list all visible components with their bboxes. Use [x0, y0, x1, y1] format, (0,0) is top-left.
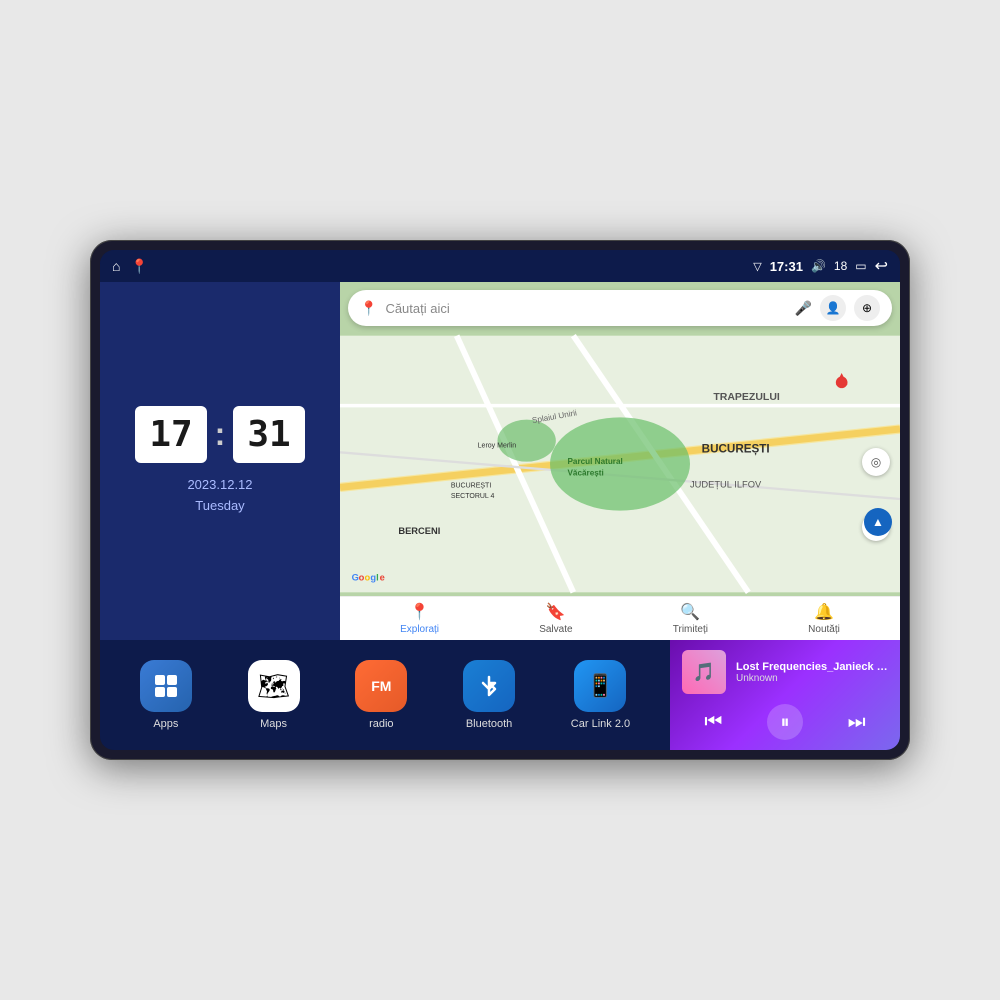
news-icon: 🔔 [814, 602, 834, 622]
bluetooth-svg-icon [476, 673, 502, 699]
prev-button[interactable]: ⏮ [704, 711, 722, 734]
saved-label: Salvate [539, 624, 572, 635]
maps-pin-icon[interactable]: 📍 [130, 258, 147, 275]
layers-icon[interactable]: ⊕ [854, 295, 880, 321]
svg-text:l: l [376, 573, 379, 583]
clock-date: 2023.12.12 Tuesday [187, 475, 252, 517]
map-search-text[interactable]: Căutați aici [385, 301, 786, 316]
music-title: Lost Frequencies_Janieck Devy-... [736, 661, 888, 673]
maps-emoji-icon: 🗺 [257, 671, 290, 702]
svg-text:SECTORUL 4: SECTORUL 4 [451, 493, 495, 500]
status-right: ▽ 17:31 🔊 18 ▭ ↩ [753, 256, 888, 276]
map-pin-icon: 📍 [360, 300, 377, 317]
svg-text:BUCUREȘTI: BUCUREȘTI [702, 442, 770, 455]
map-nav-send[interactable]: 🔍 Trimiteți [673, 602, 708, 635]
clock-colon: : [215, 416, 226, 453]
battery-level: 18 [834, 259, 847, 273]
svg-text:Leroy Merlin: Leroy Merlin [478, 443, 517, 450]
clock-widget: 17 : 31 2023.12.12 Tuesday [100, 282, 340, 640]
music-album-art: 🎵 [682, 650, 726, 694]
signal-icon: ▽ [753, 260, 761, 273]
volume-icon: 🔊 [811, 259, 826, 273]
car-display-device: ⌂ 📍 ▽ 17:31 🔊 18 ▭ ↩ 17 : [90, 240, 910, 760]
map-content: TRAPEZULUI BUCUREȘTI JUDEȚUL ILFOV BERCE… [340, 332, 900, 596]
app-icon-bluetooth[interactable]: Bluetooth [463, 660, 515, 730]
status-time: 17:31 [770, 259, 803, 274]
radio-label: radio [369, 718, 393, 730]
device-screen: ⌂ 📍 ▽ 17:31 🔊 18 ▭ ↩ 17 : [100, 250, 900, 750]
app-icon-carlink[interactable]: 📱 Car Link 2.0 [571, 660, 630, 730]
clock-hours: 17 [135, 406, 206, 463]
location-icon: ◎ [871, 455, 881, 469]
explore-label: Explorați [400, 624, 439, 635]
main-content: 17 : 31 2023.12.12 Tuesday 📍 Căutați aic… [100, 282, 900, 750]
status-bar: ⌂ 📍 ▽ 17:31 🔊 18 ▭ ↩ [100, 250, 900, 282]
map-search-bar[interactable]: 📍 Căutați aici 🎤 👤 ⊕ [348, 290, 892, 326]
fm-text-icon: FM [371, 678, 391, 694]
music-player: 🎵 Lost Frequencies_Janieck Devy-... Unkn… [670, 640, 900, 750]
app-icon-radio[interactable]: FM radio [355, 660, 407, 730]
navigation-button[interactable]: ▲ [864, 508, 892, 536]
music-artist: Unknown [736, 673, 888, 684]
svg-text:JUDEȚUL ILFOV: JUDEȚUL ILFOV [690, 479, 762, 489]
map-widget[interactable]: 📍 Căutați aici 🎤 👤 ⊕ [340, 282, 900, 640]
app-icon-apps[interactable]: Apps [140, 660, 192, 730]
carlink-label: Car Link 2.0 [571, 718, 630, 730]
music-info: Lost Frequencies_Janieck Devy-... Unknow… [736, 661, 888, 684]
battery-icon: ▭ [855, 259, 866, 273]
bluetooth-icon-img [463, 660, 515, 712]
maps-label: Maps [260, 718, 287, 730]
send-label: Trimiteți [673, 624, 708, 635]
next-button[interactable]: ⏭ [848, 711, 866, 734]
radio-icon-img: FM [355, 660, 407, 712]
bottom-section: Apps 🗺 Maps FM radio [100, 640, 900, 750]
maps-icon-img: 🗺 [248, 660, 300, 712]
carlink-icon-img: 📱 [574, 660, 626, 712]
apps-label: Apps [153, 718, 178, 730]
map-nav-saved[interactable]: 🔖 Salvate [539, 602, 572, 635]
back-icon[interactable]: ↩ [875, 256, 888, 276]
status-left: ⌂ 📍 [112, 258, 148, 275]
music-top: 🎵 Lost Frequencies_Janieck Devy-... Unkn… [682, 650, 888, 694]
location-button[interactable]: ◎ [862, 448, 890, 476]
svg-text:TRAPEZULUI: TRAPEZULUI [713, 391, 780, 403]
apps-section: Apps 🗺 Maps FM radio [100, 640, 670, 750]
play-pause-button[interactable]: ⏸ [767, 704, 803, 740]
svg-text:BUCUREȘTI: BUCUREȘTI [451, 482, 492, 489]
clock-display: 17 : 31 [135, 406, 304, 463]
album-art-icon: 🎵 [693, 662, 715, 683]
microphone-icon[interactable]: 🎤 [795, 300, 812, 317]
send-icon: 🔍 [680, 602, 700, 622]
map-nav-explore[interactable]: 📍 Explorați [400, 602, 439, 635]
music-controls: ⏮ ⏸ ⏭ [682, 704, 888, 740]
svg-text:BERCENI: BERCENI [398, 526, 440, 536]
top-section: 17 : 31 2023.12.12 Tuesday 📍 Căutați aic… [100, 282, 900, 640]
map-search-icons: 🎤 👤 ⊕ [795, 295, 880, 321]
svg-text:Parcul Natural: Parcul Natural [568, 457, 623, 466]
clock-minutes: 31 [233, 406, 304, 463]
saved-icon: 🔖 [546, 602, 566, 622]
bluetooth-label: Bluetooth [466, 718, 512, 730]
map-svg: TRAPEZULUI BUCUREȘTI JUDEȚUL ILFOV BERCE… [340, 332, 900, 596]
explore-icon: 📍 [410, 602, 430, 622]
apps-icon-img [140, 660, 192, 712]
apps-grid-icon [152, 672, 180, 700]
map-bottom-bar: 📍 Explorați 🔖 Salvate 🔍 Trimiteți � [340, 596, 900, 640]
account-icon[interactable]: 👤 [820, 295, 846, 321]
home-icon[interactable]: ⌂ [112, 258, 120, 274]
svg-text:e: e [380, 573, 385, 583]
carlink-emoji-icon: 📱 [587, 673, 614, 699]
app-icon-maps[interactable]: 🗺 Maps [248, 660, 300, 730]
map-nav-news[interactable]: 🔔 Noutăți [808, 602, 840, 635]
news-label: Noutăți [808, 624, 840, 635]
svg-text:Văcărești: Văcărești [568, 469, 604, 478]
